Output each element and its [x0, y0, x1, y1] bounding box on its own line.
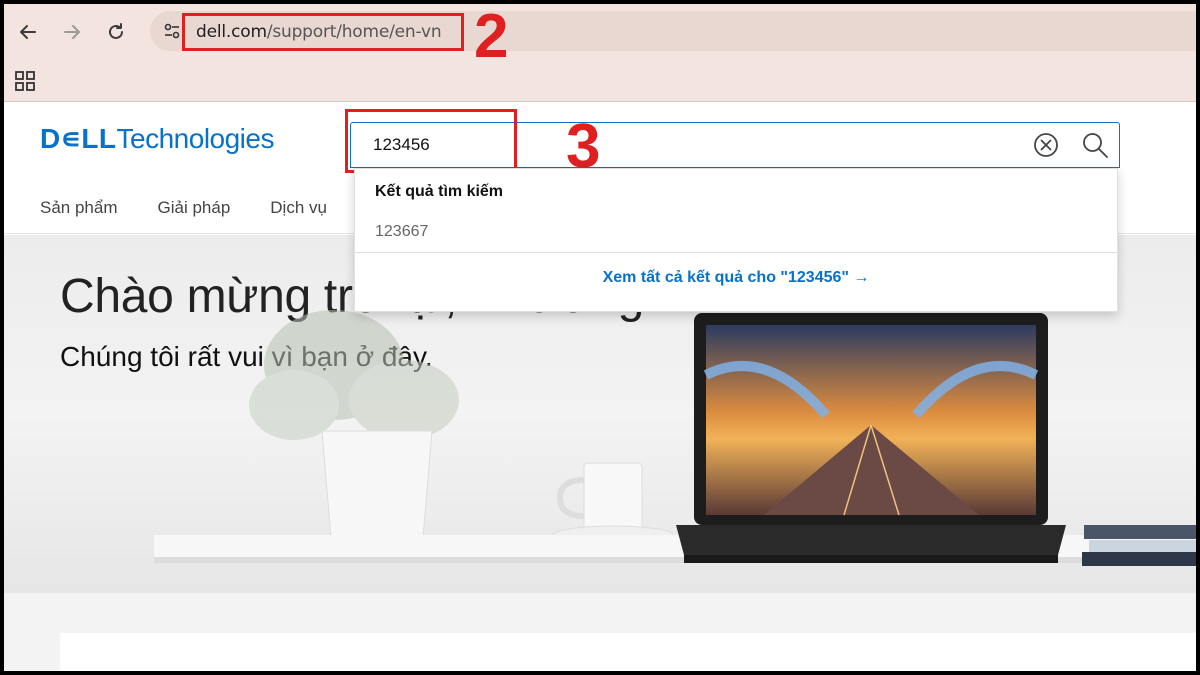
divider [355, 252, 1117, 253]
apps-grid-icon[interactable] [14, 70, 36, 92]
content-card [60, 633, 1196, 671]
view-all-results-link[interactable]: Xem tất cả kết quả cho "123456" → [355, 269, 1117, 287]
arrow-right-icon [64, 25, 80, 39]
reload-button[interactable] [100, 16, 132, 48]
reload-icon [109, 23, 123, 39]
bookmarks-bar [4, 60, 1196, 102]
nav-item-products[interactable]: Sản phẩm [40, 198, 118, 218]
clear-icon[interactable] [1033, 132, 1059, 158]
dell-technologies-logo[interactable]: D∊LLTechnologies [40, 122, 274, 155]
logo-dell: D∊LL [40, 123, 117, 154]
tune-icon [164, 23, 180, 39]
annotation-box-search [345, 109, 517, 173]
suggestions-heading: Kết quả tìm kiếm [375, 183, 504, 200]
nav-item-services[interactable]: Dịch vụ [270, 198, 327, 218]
forward-button[interactable] [56, 16, 88, 48]
suggestion-item[interactable]: 123667 [375, 223, 428, 241]
search-suggestions-dropdown: Kết quả tìm kiếm 123667 Xem tất cả kết q… [354, 168, 1118, 312]
nav-item-solutions[interactable]: Giải pháp [158, 198, 231, 218]
logo-technologies: Technologies [116, 123, 275, 154]
annotation-box-url [182, 13, 464, 51]
main-nav: Sản phẩm Giải pháp Dịch vụ [40, 198, 327, 218]
content-area [4, 593, 1196, 671]
arrow-left-icon [20, 25, 36, 39]
search-icon[interactable] [1081, 131, 1109, 159]
browser-window: dell.com/support/home/en-vn D∊LLTechnolo… [4, 4, 1196, 671]
annotation-step-2: 2 [474, 4, 509, 71]
back-button[interactable] [12, 16, 44, 48]
